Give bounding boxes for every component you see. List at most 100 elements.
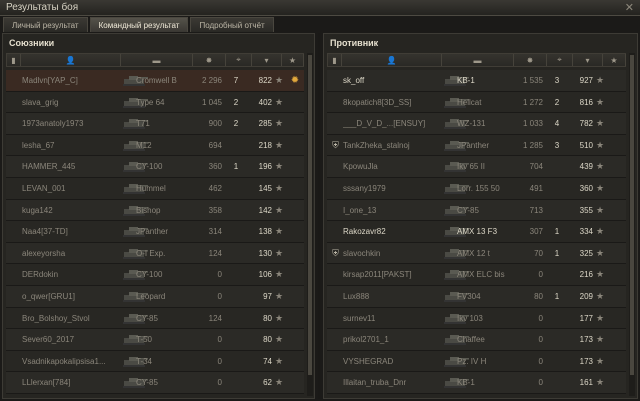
enemies-list: sk_off KB-1 1 535 3 927 ★ 8kopatich8[3D_SS] Hel… (327, 70, 626, 394)
damage-value: 1 535 (522, 76, 543, 85)
player-row[interactable]: kuga142 Bishop 358 142 ★ (6, 199, 304, 222)
squad-column-icon[interactable]: ▮ (328, 54, 342, 66)
damage-value: 307 (529, 227, 543, 237)
player-row[interactable]: Illaitan_truba_Dnr KB-1 0 161 ★ (327, 372, 626, 394)
kills-value (550, 200, 564, 221)
platoon-icon (9, 178, 20, 199)
platoon-icon (9, 200, 20, 221)
player-row[interactable]: ⛨ TankZheka_stalnoj JPanther 1 285 3 510 ★ (327, 134, 626, 157)
tab-detailed[interactable]: Подробный отчёт (190, 17, 274, 32)
player-name: HAMMER_445 (22, 162, 76, 172)
player-row[interactable]: prikol2701_1 Chaffee 0 173 ★ (327, 329, 626, 351)
player-name: slava_grig (22, 97, 59, 107)
player-row[interactable]: sk_off KB-1 1 535 3 927 ★ (327, 70, 626, 92)
player-row[interactable]: I_one_13 CY-85 713 355 ★ (327, 199, 626, 222)
kills-value: 2 (233, 97, 239, 107)
player-row[interactable]: VYSHEGRAD Pz. IV H 0 173 ★ (327, 350, 626, 373)
player-row[interactable]: sssany1979 Lorr. 155 50 491 360 ★ (327, 177, 626, 200)
player-row[interactable]: Sever60_2017 T-50 0 80 ★ (6, 329, 304, 351)
star-icon: ★ (595, 226, 605, 237)
xp-column-icon[interactable]: ▾ (573, 54, 603, 66)
tank-column-icon[interactable]: ▬ (121, 54, 193, 66)
player-row[interactable]: slava_grig Type 64 1 045 2 402 ★ (6, 91, 304, 114)
kills-value: 3 (554, 140, 560, 150)
star-column-icon[interactable]: ★ (282, 54, 304, 66)
window-titlebar: Результаты боя ✕ (0, 0, 640, 16)
player-row[interactable]: Lux888 FV304 80 1 209 ★ (327, 285, 626, 308)
star-icon: ★ (274, 247, 284, 258)
tank-name: Chaffee (457, 335, 485, 345)
player-column-icon[interactable]: 👤 (342, 54, 442, 66)
player-row[interactable]: Madlvn[YAP_C] Cromwell B 2 296 7 822 ★ ✹ (6, 70, 304, 92)
tank-name: Pz. IV H (457, 356, 487, 366)
damage-column-icon[interactable]: ✸ (193, 54, 226, 66)
player-row[interactable]: kirsap2011[PAKST] AMX ELC bis 0 216 ★ (327, 264, 626, 286)
star-icon: ★ (274, 139, 284, 150)
player-row[interactable]: HAMMER_445 CY-100 360 1 196 ★ (6, 156, 304, 178)
xp-value: 138 (258, 227, 272, 237)
platoon-icon (330, 264, 341, 285)
tank-column-icon[interactable]: ▬ (442, 54, 514, 66)
enemies-title: Противник (330, 38, 379, 48)
player-row[interactable]: Vsadnikapokalipsisa1... T-34 0 74 ★ (6, 350, 304, 373)
xp-value: 177 (579, 313, 593, 323)
damage-value: 0 (217, 356, 222, 366)
damage-value: 0 (217, 291, 222, 301)
damage-column-icon[interactable]: ✸ (514, 54, 547, 66)
star-icon: ★ (274, 355, 284, 366)
player-row[interactable]: DERdokin CY-100 0 106 ★ (6, 264, 304, 286)
kills-column-icon[interactable]: ⌖ (226, 54, 252, 66)
kills-value (550, 156, 564, 177)
player-column-icon[interactable]: 👤 (21, 54, 121, 66)
player-row[interactable]: 8kopatich8[3D_SS] Hellcat 1 272 2 816 ★ (327, 91, 626, 114)
damage-value: 694 (208, 140, 222, 150)
enemies-scrollbar[interactable] (629, 53, 635, 396)
platoon-icon (9, 264, 20, 285)
kills-value: 1 (554, 248, 560, 258)
star-icon: ★ (595, 269, 605, 280)
player-row[interactable]: surnev11 Ikv 103 0 177 ★ (327, 307, 626, 330)
xp-column-icon[interactable]: ▾ (252, 54, 282, 66)
tab-personal[interactable]: Личный результат (3, 17, 88, 32)
kills-value: 1 (233, 162, 239, 172)
tank-name: KB-1 (457, 76, 475, 85)
xp-value: 80 (263, 335, 272, 345)
allies-scroll-thumb[interactable] (308, 55, 312, 375)
star-icon: ★ (595, 118, 605, 129)
damage-value: 124 (208, 248, 222, 258)
kills-value (550, 178, 564, 199)
player-row[interactable]: Naa4[37-TD] JPanther 314 138 ★ (6, 221, 304, 243)
xp-value: 782 (579, 119, 593, 129)
player-name: slavochkin (343, 248, 381, 258)
player-row[interactable]: o_qwer[GRU1] Leopard 0 97 ★ (6, 285, 304, 308)
player-name: o_qwer[GRU1] (22, 291, 75, 301)
allies-scrollbar[interactable] (307, 53, 313, 396)
kills-value (229, 178, 243, 199)
medal-icon[interactable]: ✹ (288, 70, 302, 91)
player-row[interactable]: ___D_V_D_...[ENSUY] WZ-131 1 033 4 782 ★ (327, 113, 626, 135)
star-icon: ★ (595, 290, 605, 301)
player-row[interactable]: LLlerxan[784] CY-85 0 62 ★ (6, 372, 304, 394)
star-icon: ★ (595, 161, 605, 172)
player-row[interactable]: ⛨ slavochkin AMX 12 t 70 1 325 ★ (327, 242, 626, 265)
damage-value: 360 (208, 162, 222, 172)
player-row[interactable]: 1973anatoly1973 T71 900 2 285 ★ (6, 113, 304, 135)
player-name: LEVAN_001 (22, 183, 66, 193)
player-row[interactable]: LEVAN_001 Hummel 462 145 ★ (6, 177, 304, 200)
close-icon[interactable]: ✕ (625, 1, 634, 14)
player-row[interactable]: alexeyorsha O-I Exp. 124 130 ★ (6, 242, 304, 265)
star-icon: ★ (274, 226, 284, 237)
tab-team[interactable]: Командный результат (89, 17, 189, 32)
player-row[interactable]: KpowuJla Ikv 65 II 704 439 ★ (327, 156, 626, 178)
player-row[interactable]: lesha_67 M12 694 218 ★ (6, 134, 304, 157)
star-icon: ★ (274, 161, 284, 172)
platoon-icon (9, 308, 20, 329)
squad-column-icon[interactable]: ▮ (7, 54, 21, 66)
player-row[interactable]: Rakozavr82 AMX 13 F3 307 1 334 ★ (327, 221, 626, 243)
star-column-icon[interactable]: ★ (603, 54, 626, 66)
kills-column-icon[interactable]: ⌖ (547, 54, 573, 66)
enemies-scroll-thumb[interactable] (630, 55, 634, 375)
platoon-icon (9, 221, 20, 242)
damage-value: 358 (208, 205, 222, 215)
player-row[interactable]: Bro_Bolshoy_Stvol CY-85 124 80 ★ (6, 307, 304, 330)
